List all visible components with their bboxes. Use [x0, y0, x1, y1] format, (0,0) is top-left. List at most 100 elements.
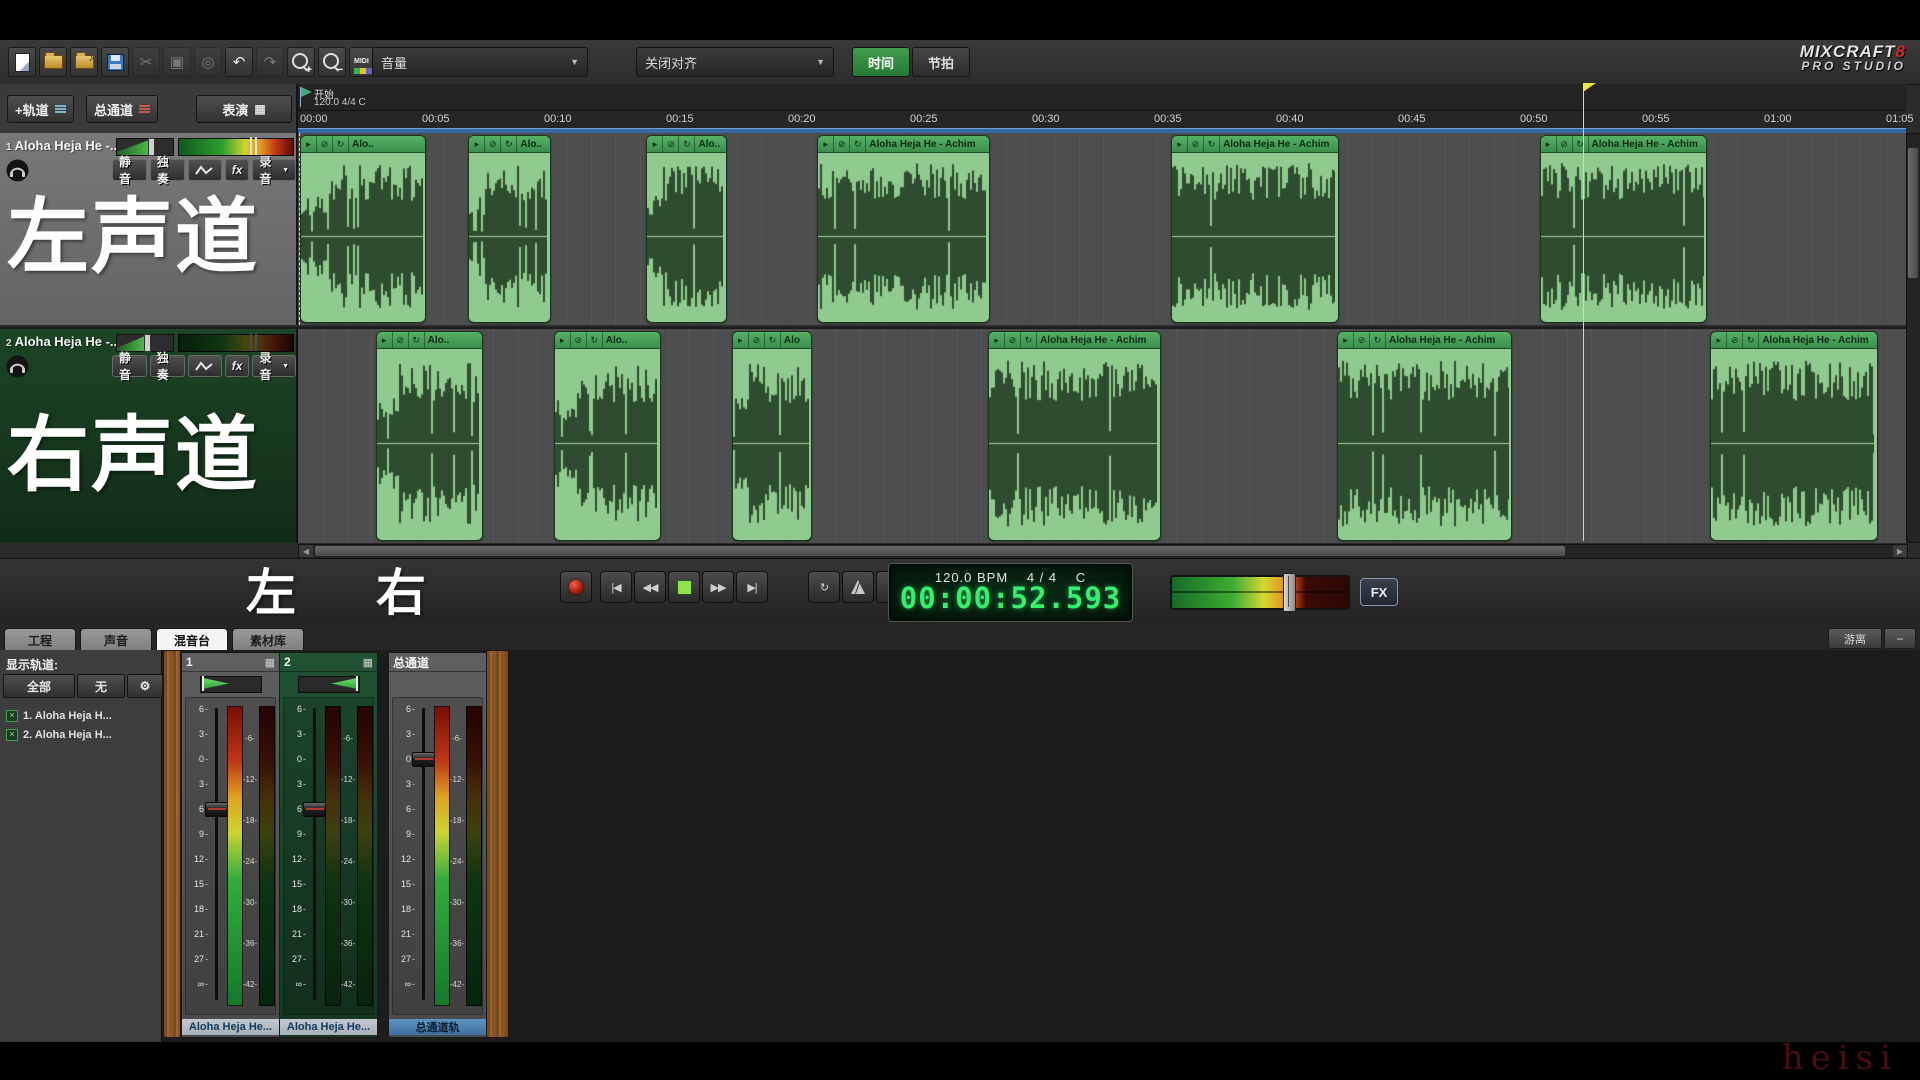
meter-handle[interactable] [255, 137, 257, 155]
clip-play-icon[interactable]: ▸ [733, 332, 749, 348]
clip-mute-icon[interactable]: ⊘ [1557, 136, 1573, 152]
headphone-icon[interactable] [6, 159, 29, 182]
fast-forward-button[interactable]: ▶▶ [702, 571, 734, 603]
clip-mute-icon[interactable]: ⊘ [834, 136, 850, 152]
clip-mute-icon[interactable]: ⊘ [749, 332, 765, 348]
track-lane-1[interactable]: ▸⊘↻Alo..▸⊘↻Alo..▸⊘↻Alo..▸⊘↻Aloha Heja He… [298, 133, 1906, 325]
tab-混音台[interactable]: 混音台 [156, 628, 228, 651]
pan-slider[interactable] [200, 676, 262, 693]
audio-clip[interactable]: ▸⊘↻Aloha Heja He - Achim [1540, 135, 1708, 323]
audio-clip[interactable]: ▸⊘↻Aloha Heja He - Achim [1710, 331, 1878, 541]
clip-mute-icon[interactable]: ⊘ [485, 136, 501, 152]
snap-dropdown[interactable]: 关闭对齐 ▼ [636, 47, 834, 77]
go-to-end-button[interactable]: ▶| [736, 571, 768, 603]
show-none-button[interactable]: 无 [77, 674, 125, 698]
clip-loop-icon[interactable]: ↻ [1573, 136, 1589, 152]
audio-clip[interactable]: ▸⊘↻Alo [732, 331, 812, 541]
master-track-button[interactable]: 总通道 [86, 95, 158, 123]
minimize-panel-button[interactable]: − [1884, 628, 1916, 649]
zoom-in-icon[interactable]: + [287, 47, 315, 77]
grid-icon[interactable]: ▦ [265, 656, 275, 669]
audio-clip[interactable]: ▸⊘↻Alo.. [376, 331, 483, 541]
clip-mute-icon[interactable]: ⊘ [1727, 332, 1743, 348]
checkbox-icon[interactable]: × [6, 710, 18, 722]
track-header-2[interactable]: 2Aloha Heja He -...静音独奏fx录音▼右声道 [0, 329, 298, 543]
clip-play-icon[interactable]: ▸ [1541, 136, 1557, 152]
pan-handle[interactable] [356, 676, 358, 691]
time-mode-button[interactable]: 时间 [852, 47, 910, 77]
save-icon[interactable] [101, 47, 129, 77]
stop-button[interactable] [668, 571, 700, 603]
clip-loop-icon[interactable]: ↻ [587, 332, 603, 348]
meter-handle[interactable] [250, 137, 252, 155]
clip-loop-icon[interactable]: ↻ [850, 136, 866, 152]
clip-mute-icon[interactable]: ⊘ [1188, 136, 1204, 152]
tab-素材库[interactable]: 素材库 [232, 628, 304, 651]
performance-panel-button[interactable]: 表演 ▦ [196, 95, 292, 123]
import-audio-icon[interactable] [70, 47, 98, 77]
add-track-button[interactable]: +轨道 [7, 95, 74, 123]
audio-clip[interactable]: ▸⊘↻Aloha Heja He - Achim [988, 331, 1161, 541]
undo-icon[interactable]: ↶ [225, 47, 253, 77]
channel-name-label[interactable]: Aloha Heja He... [182, 1019, 279, 1035]
pan-slider[interactable] [298, 676, 360, 693]
fader-track[interactable] [313, 708, 316, 1000]
metronome-button[interactable] [842, 571, 874, 603]
clip-play-icon[interactable]: ▸ [989, 332, 1005, 348]
audio-clip[interactable]: ▸⊘↻Alo.. [468, 135, 551, 323]
track-name[interactable]: 2Aloha Heja He -... [6, 334, 121, 349]
clip-loop-icon[interactable]: ↻ [1743, 332, 1759, 348]
tab-声音[interactable]: 声音 [80, 628, 152, 651]
tab-工程[interactable]: 工程 [4, 628, 76, 651]
timeline-ruler[interactable]: 00:0000:0500:1000:1500:2000:2500:3000:35… [298, 110, 1906, 129]
automation-button[interactable] [188, 355, 222, 377]
master-fx-button[interactable]: FX [1360, 578, 1398, 606]
headphone-icon[interactable] [6, 355, 29, 378]
scroll-left-icon[interactable]: ◀ [299, 545, 313, 557]
clip-loop-icon[interactable]: ↻ [333, 136, 349, 152]
clip-loop-icon[interactable]: ↻ [1021, 332, 1037, 348]
fader-track[interactable] [215, 708, 218, 1000]
open-folder-icon[interactable] [39, 47, 67, 77]
rewind-button[interactable]: ◀◀ [634, 571, 666, 603]
automation-button[interactable] [188, 159, 222, 181]
audio-clip[interactable]: ▸⊘↻Alo.. [646, 135, 726, 323]
detach-panel-button[interactable]: 游离 [1828, 628, 1882, 649]
clip-play-icon[interactable]: ▸ [469, 136, 485, 152]
clip-loop-icon[interactable]: ↻ [1204, 136, 1220, 152]
horizontal-scroll-thumb[interactable] [315, 546, 1565, 556]
audio-clip[interactable]: ▸⊘↻Alo.. [554, 331, 661, 541]
track-lane-2[interactable]: ▸⊘↻Alo.. ▸⊘↻Alo.. ▸⊘↻Alo ▸⊘↻Aloha Heja He -… [298, 329, 1906, 543]
clip-play-icon[interactable]: ▸ [555, 332, 571, 348]
fx-button[interactable]: fx [225, 355, 250, 377]
pan-handle[interactable] [202, 676, 204, 691]
clip-mute-icon[interactable]: ⊘ [393, 332, 409, 348]
clip-loop-icon[interactable]: ↻ [1370, 332, 1386, 348]
fx-button[interactable]: fx [225, 159, 250, 181]
go-to-start-button[interactable]: |◀ [600, 571, 632, 603]
track-header-1[interactable]: 1Aloha Heja He -...静音独奏fx录音▼左声道 [0, 133, 298, 325]
mute-button[interactable]: 静音 [112, 355, 147, 377]
volume-handle[interactable] [148, 138, 155, 156]
clip-play-icon[interactable]: ▸ [1172, 136, 1188, 152]
mute-button[interactable]: 静音 [112, 159, 147, 181]
list-item[interactable]: ×1. Aloha Heja H... [6, 708, 112, 723]
list-item[interactable]: ×2. Aloha Heja H... [6, 727, 112, 742]
master-volume-slider[interactable] [1170, 575, 1350, 610]
record-arm-button[interactable]: 录音▼ [252, 355, 296, 377]
clip-mute-icon[interactable]: ⊘ [317, 136, 333, 152]
audio-clip[interactable]: ▸⊘↻Aloha Heja He - Achim [1171, 135, 1339, 323]
audio-clip[interactable]: ▸⊘↻Aloha Heja He - Achim [817, 135, 990, 323]
zoom-out-icon[interactable]: − [318, 47, 346, 77]
solo-button[interactable]: 独奏 [150, 159, 185, 181]
grid-icon[interactable]: ▦ [363, 656, 373, 669]
transport-lcd[interactable]: 120.0 BPM 4 / 4 C 00:00:52.593 [888, 563, 1133, 622]
track-name[interactable]: 1Aloha Heja He -... [6, 138, 121, 153]
clip-play-icon[interactable]: ▸ [377, 332, 393, 348]
checkbox-icon[interactable]: × [6, 729, 18, 741]
clip-play-icon[interactable]: ▸ [1711, 332, 1727, 348]
clip-play-icon[interactable]: ▸ [301, 136, 317, 152]
clip-mute-icon[interactable]: ⊘ [571, 332, 587, 348]
volume-handle[interactable] [144, 334, 151, 352]
marker-strip[interactable]: 开始 120.0 4/4 C [298, 84, 1906, 110]
